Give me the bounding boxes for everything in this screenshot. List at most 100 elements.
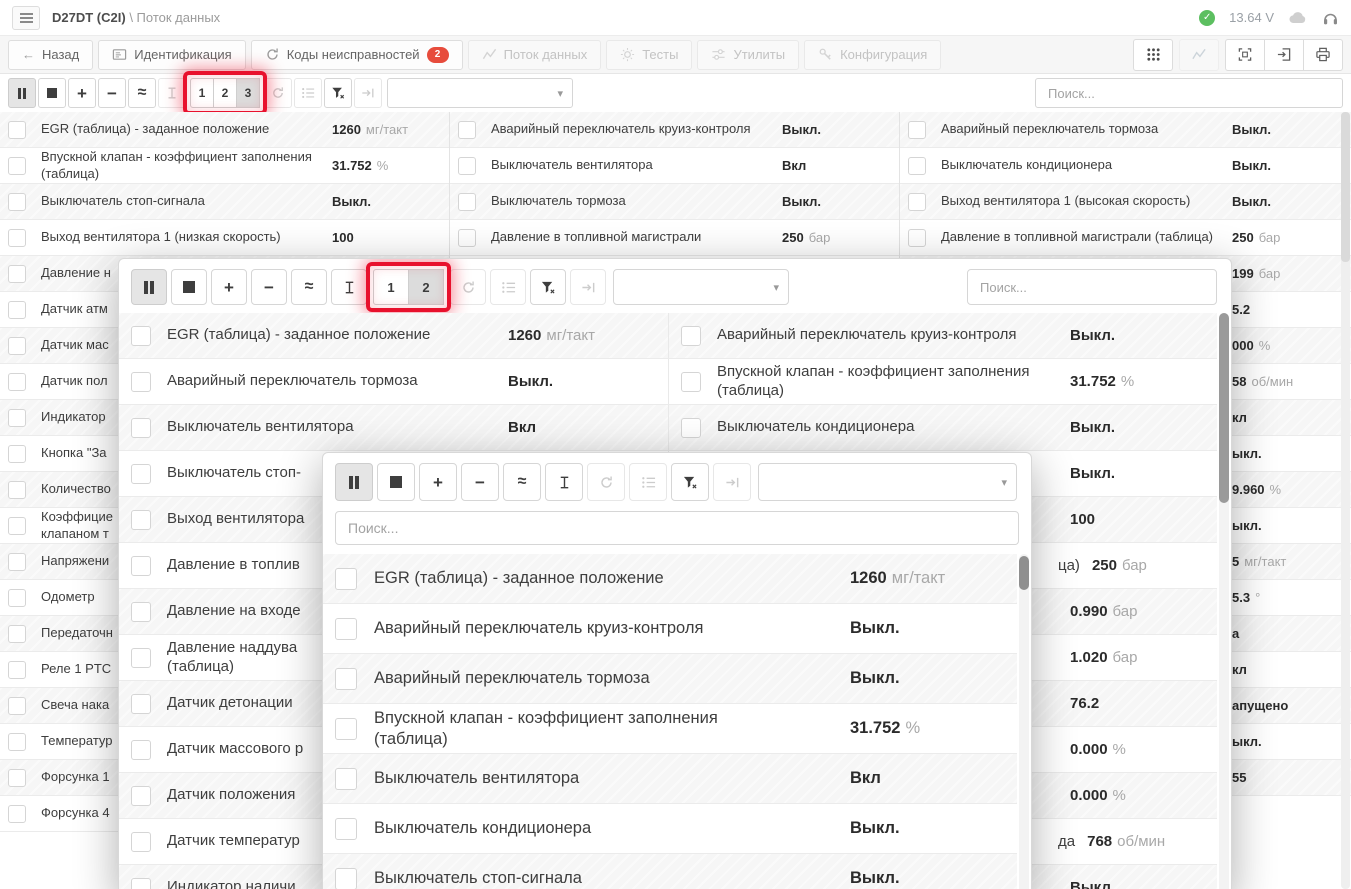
row-checkbox[interactable] [8, 661, 26, 679]
stop-button[interactable] [171, 269, 207, 305]
row-checkbox[interactable] [8, 337, 26, 355]
page-scrollbar-thumb[interactable] [1341, 112, 1350, 262]
clear-filter-button[interactable] [324, 78, 352, 108]
search-input[interactable] [1035, 78, 1343, 108]
row-checkbox[interactable] [8, 517, 26, 535]
export-button[interactable] [1264, 39, 1304, 71]
parameter-row[interactable]: Аварийный переключатель тормоза Выкл. [900, 112, 1351, 148]
row-checkbox[interactable] [8, 157, 26, 175]
pause-button[interactable] [335, 463, 373, 501]
row-checkbox[interactable] [131, 372, 151, 392]
row-checkbox[interactable] [131, 694, 151, 714]
zoom-in-button[interactable]: + [211, 269, 247, 305]
row-checkbox[interactable] [681, 372, 701, 392]
tab-identification[interactable]: Идентификация [98, 40, 245, 70]
window-count-3-button[interactable]: 3 [236, 78, 260, 108]
parameter-row[interactable]: Выключатель вентилятора Вкл [323, 754, 1017, 804]
row-checkbox[interactable] [8, 733, 26, 751]
row-checkbox[interactable] [335, 618, 357, 640]
row-checkbox[interactable] [8, 121, 26, 139]
smoothing-button[interactable]: ≈ [128, 78, 156, 108]
row-checkbox[interactable] [131, 602, 151, 622]
row-checkbox[interactable] [458, 229, 476, 247]
row-checkbox[interactable] [8, 445, 26, 463]
window-count-2-button[interactable]: 2 [213, 78, 237, 108]
smoothing-button[interactable]: ≈ [291, 269, 327, 305]
row-checkbox[interactable] [335, 568, 357, 590]
parameter-row[interactable]: Аварийный переключатель тормоза Выкл. [323, 654, 1017, 704]
row-checkbox[interactable] [335, 768, 357, 790]
stop-button[interactable] [38, 78, 66, 108]
row-checkbox[interactable] [131, 464, 151, 484]
tab-dtc[interactable]: Коды неисправностей 2 [251, 40, 463, 70]
row-checkbox[interactable] [681, 326, 701, 346]
row-checkbox[interactable] [335, 668, 357, 690]
row-checkbox[interactable] [131, 510, 151, 530]
row-checkbox[interactable] [131, 326, 151, 346]
row-checkbox[interactable] [908, 157, 926, 175]
back-button[interactable]: ← Назад [8, 40, 93, 70]
row-checkbox[interactable] [335, 718, 357, 740]
parameter-row[interactable]: Впускной клапан - коэффициент заполнения… [669, 359, 1217, 404]
parameter-row[interactable]: Аварийный переключатель круиз-контроля В… [450, 112, 899, 148]
window-scrollbar-thumb[interactable] [1019, 556, 1029, 590]
row-checkbox[interactable] [8, 481, 26, 499]
parameter-row[interactable]: Выключатель кондиционера Выкл. [900, 148, 1351, 184]
zoom-out-button[interactable]: − [98, 78, 126, 108]
row-checkbox[interactable] [8, 193, 26, 211]
headphones-icon[interactable] [1322, 10, 1339, 26]
row-checkbox[interactable] [131, 648, 151, 668]
row-checkbox[interactable] [458, 157, 476, 175]
zoom-out-button[interactable]: − [461, 463, 499, 501]
row-checkbox[interactable] [8, 589, 26, 607]
grid-view-button[interactable] [1133, 39, 1173, 71]
search-input[interactable] [335, 511, 1019, 545]
stop-button[interactable] [377, 463, 415, 501]
window-count-1-button[interactable]: 1 [190, 78, 214, 108]
row-checkbox[interactable] [8, 697, 26, 715]
zoom-out-button[interactable]: − [251, 269, 287, 305]
group-select[interactable]: ▾ [387, 78, 573, 108]
row-checkbox[interactable] [131, 832, 151, 852]
parameter-row[interactable]: Выключатель кондиционера Выкл. [669, 405, 1217, 450]
parameter-row[interactable]: Впускной клапан - коэффициент заполнения… [323, 704, 1017, 754]
row-checkbox[interactable] [908, 193, 926, 211]
page-scrollbar[interactable] [1341, 112, 1350, 889]
group-select[interactable]: ▾ [613, 269, 789, 305]
parameter-row[interactable]: EGR (таблица) - заданное положение 1260м… [0, 112, 449, 148]
zoom-in-button[interactable]: + [419, 463, 457, 501]
row-checkbox[interactable] [8, 265, 26, 283]
parameter-row[interactable]: Аварийный переключатель круиз-контроля В… [323, 604, 1017, 654]
row-checkbox[interactable] [8, 805, 26, 823]
zoom-in-button[interactable]: + [68, 78, 96, 108]
parameter-row[interactable]: EGR (таблица) - заданное положение 1260м… [323, 554, 1017, 604]
clear-filter-button[interactable] [671, 463, 709, 501]
hamburger-menu-button[interactable] [12, 6, 40, 30]
row-checkbox[interactable] [8, 229, 26, 247]
parameter-row[interactable]: Выключатель стоп-сигнала Выкл. [323, 854, 1017, 889]
window-scrollbar[interactable] [1219, 313, 1229, 889]
row-checkbox[interactable] [8, 373, 26, 391]
parameter-row[interactable]: Выход вентилятора 1 (низкая скорость) 10… [0, 220, 449, 256]
parameter-row[interactable]: EGR (таблица) - заданное положение 1260м… [119, 313, 669, 358]
row-checkbox[interactable] [131, 786, 151, 806]
row-checkbox[interactable] [335, 868, 357, 889]
row-checkbox[interactable] [8, 553, 26, 571]
window-count-1-button[interactable]: 1 [373, 269, 409, 305]
window-count-2-button[interactable]: 2 [408, 269, 444, 305]
row-checkbox[interactable] [335, 818, 357, 840]
search-input[interactable] [967, 269, 1217, 305]
parameter-row[interactable]: Выключатель тормоза Выкл. [450, 184, 899, 220]
print-button[interactable] [1303, 39, 1343, 71]
row-checkbox[interactable] [131, 556, 151, 576]
fit-screen-button[interactable] [1225, 39, 1265, 71]
window-scrollbar-thumb[interactable] [1219, 313, 1229, 503]
row-checkbox[interactable] [908, 121, 926, 139]
row-checkbox[interactable] [131, 878, 151, 889]
parameter-row[interactable]: Давление в топливной магистрали 250бар [450, 220, 899, 256]
row-checkbox[interactable] [131, 418, 151, 438]
parameter-row[interactable]: Выключатель кондиционера Выкл. [323, 804, 1017, 854]
pause-button[interactable] [131, 269, 167, 305]
row-checkbox[interactable] [8, 625, 26, 643]
row-checkbox[interactable] [908, 229, 926, 247]
